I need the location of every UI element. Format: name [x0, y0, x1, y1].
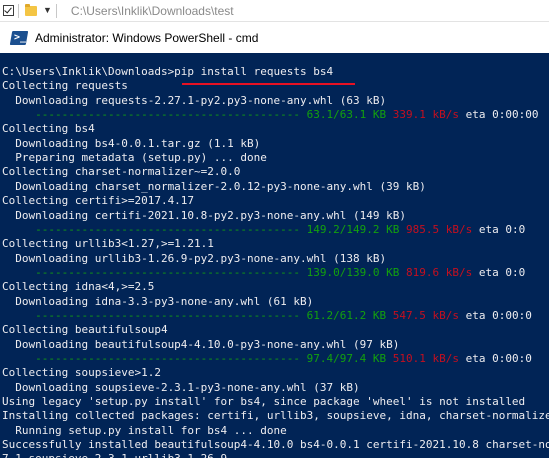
console-line: Installing collected packages: certifi, … — [2, 409, 549, 423]
console-line-text: ---------------------------------------- — [2, 308, 307, 322]
progress-eta: eta 0:0 — [472, 222, 526, 236]
console-line-text: Collecting certifi>=2017.4.17 — [2, 194, 195, 208]
powershell-icon: >_ — [9, 30, 29, 45]
console-line-text: ---------------------------------------- — [2, 265, 307, 279]
console-line: Downloading bs4-0.0.1.tar.gz (1.1 kB) — [2, 137, 260, 151]
folder-icon[interactable] — [25, 3, 37, 16]
console-line-text: Downloading charset_normalizer-2.0.12-py… — [2, 179, 426, 193]
console-line-text: Downloading beautifulsoup4-4.10.0-py3-no… — [2, 337, 400, 351]
progress-size: 63.1/63.1 KB — [306, 108, 387, 122]
console-line: Downloading urllib3-1.26.9-py2.py3-none-… — [2, 252, 386, 266]
console-line-text: Collecting bs4 — [2, 122, 95, 136]
console-line: Using legacy 'setup.py install' for bs4,… — [2, 395, 525, 409]
console-line: Downloading idna-3.3-py3-none-any.whl (6… — [2, 295, 313, 309]
progress-size: 61.2/61.2 KB — [306, 308, 387, 322]
progress-speed: 510.1 kB/s — [392, 352, 459, 365]
console-line: Downloading requests-2.27.1-py2.py3-none… — [2, 94, 386, 108]
console-area[interactable]: C:\Users\Inklik\Downloads>pip install re… — [0, 53, 549, 458]
console-line: Collecting urllib3<1.27,>=1.21.1 — [2, 237, 214, 251]
console-line-text: Downloading requests-2.27.1-py2.py3-none… — [2, 93, 387, 107]
console-line-text: ---------------------------------------- — [2, 108, 307, 122]
console-line-text: ---------------------------------------- — [2, 222, 307, 236]
console-line-text: C:\Users\Inklik\Downloads>pip install re… — [2, 65, 334, 78]
console-line: Downloading beautifulsoup4-4.10.0-py3-no… — [2, 338, 399, 352]
console-progress-line: ----------------------------------------… — [2, 266, 525, 280]
console-line: 7.1 soupsieve-2.3.1 urllib3-1.26.9 — [2, 452, 227, 458]
console-line: Successfully installed beautifulsoup4-4.… — [2, 438, 549, 452]
console-line: Running setup.py install for bs4 ... don… — [2, 424, 287, 438]
console-line-text: Downloading bs4-0.0.1.tar.gz (1.1 kB) — [2, 136, 261, 150]
console-line-text: Collecting charset-normalizer~=2.0.0 — [2, 165, 241, 179]
console-line-text: Collecting idna<4,>=2.5 — [2, 280, 155, 294]
progress-eta: eta 0:00:00 — [458, 108, 539, 122]
console-line-text: Collecting urllib3<1.27,>=1.21.1 — [2, 237, 214, 251]
command-highlight-underline — [182, 83, 355, 85]
console-line: C:\Users\Inklik\Downloads>pip install re… — [2, 65, 333, 79]
console-line-text: ---------------------------------------- — [2, 352, 307, 365]
progress-speed: 339.1 kB/s — [392, 108, 459, 122]
console-line-text: Collecting requests — [2, 79, 128, 93]
window-titlebar[interactable]: >_ Administrator: Windows PowerShell - c… — [0, 22, 549, 53]
console-line-text: Successfully installed beautifulsoup4-4.… — [2, 438, 549, 452]
console-line: Preparing metadata (setup.py) ... done — [2, 151, 267, 165]
progress-speed: 985.5 kB/s — [405, 222, 473, 236]
progress-eta: eta 0:00:0 — [458, 352, 532, 365]
console-line-text: Collecting beautifulsoup4 — [2, 323, 168, 337]
console-line-text: Using legacy 'setup.py install' for bs4,… — [2, 395, 526, 409]
console-line: Collecting charset-normalizer~=2.0.0 — [2, 165, 240, 179]
explorer-quick-access-bar: ▼ C:\Users\Inklik\Downloads\test — [0, 0, 549, 22]
console-line: Collecting certifi>=2017.4.17 — [2, 194, 194, 208]
console-line-text: Running setup.py install for bs4 ... don… — [2, 423, 287, 437]
console-line-text: Downloading soupsieve-2.3.1-py3-none-any… — [2, 380, 360, 394]
chevron-down-icon[interactable]: ▼ — [43, 6, 52, 15]
console-line-text: Downloading idna-3.3-py3-none-any.whl (6… — [2, 294, 314, 308]
console-line: Downloading charset_normalizer-2.0.12-py… — [2, 180, 426, 194]
console-line-text: Preparing metadata (setup.py) ... done — [2, 151, 267, 165]
explorer-path[interactable]: C:\Users\Inklik\Downloads\test — [71, 4, 234, 18]
console-line: Downloading certifi-2021.10.8-py2.py3-no… — [2, 209, 406, 223]
toolbar-divider — [55, 3, 57, 18]
progress-size: 139.0/139.0 KB — [306, 265, 400, 279]
progress-eta: eta 0:0 — [472, 265, 526, 279]
console-line-text: Installing collected packages: certifi, … — [2, 409, 549, 423]
console-line: Collecting soupsieve>1.2 — [2, 366, 161, 380]
console-line: Collecting idna<4,>=2.5 — [2, 280, 154, 294]
progress-eta: eta 0:00:0 — [458, 308, 532, 322]
progress-speed: 547.5 kB/s — [392, 308, 459, 322]
console-line: Downloading soupsieve-2.3.1-py3-none-any… — [2, 380, 360, 395]
console-progress-line: ----------------------------------------… — [2, 352, 532, 366]
console-line-text: Downloading urllib3-1.26.9-py2.py3-none-… — [2, 251, 387, 265]
console-progress-line: ----------------------------------------… — [2, 309, 532, 323]
progress-size: 97.4/97.4 KB — [306, 352, 387, 365]
console-progress-line: ----------------------------------------… — [2, 108, 538, 122]
console-line: Collecting bs4 — [2, 122, 95, 136]
checkmark-icon[interactable] — [3, 5, 14, 16]
progress-speed: 819.6 kB/s — [405, 265, 473, 279]
console-line-text: Downloading certifi-2021.10.8-py2.py3-no… — [2, 208, 406, 222]
toolbar-divider — [18, 3, 19, 18]
console-line-text: 7.1 soupsieve-2.3.1 urllib3-1.26.9 — [2, 452, 227, 458]
console-line: Collecting beautifulsoup4 — [2, 323, 168, 337]
progress-size: 149.2/149.2 KB — [306, 222, 400, 236]
window-title: Administrator: Windows PowerShell - cmd — [35, 30, 259, 45]
console-line: Collecting requests — [2, 79, 128, 93]
console-line-text: Collecting soupsieve>1.2 — [2, 366, 161, 380]
console-progress-line: ----------------------------------------… — [2, 223, 525, 237]
